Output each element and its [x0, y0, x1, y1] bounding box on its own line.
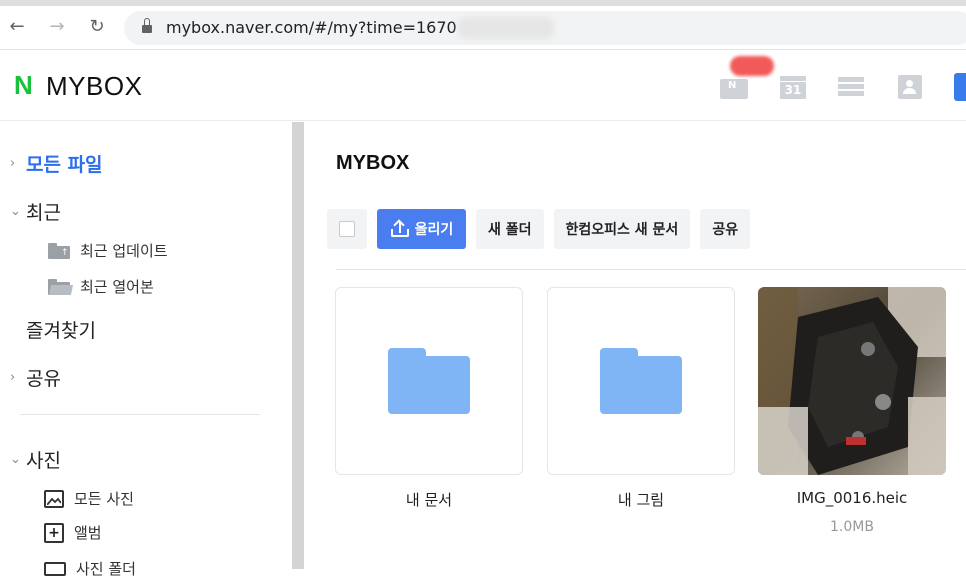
file-item-my-pictures[interactable]: 내 그림 [547, 287, 735, 510]
sidebar-divider [20, 414, 260, 415]
sidebar-item-photos[interactable]: ⌄ 사진 [10, 446, 61, 473]
address-bar[interactable]: mybox.naver.com/#/my?time=1670 [124, 11, 966, 45]
sidebar-item-all-files[interactable]: › 모든 파일 [10, 150, 103, 177]
main-content: MYBOX 올리기 새 폴더 한컴오피스 새 문서 공유 내 문서 내 그림 I… [304, 122, 966, 569]
share-button[interactable]: 공유 [700, 209, 751, 249]
naver-logo-mark[interactable]: N [14, 70, 33, 101]
file-name[interactable]: 내 그림 [547, 489, 735, 510]
sidebar-item-label: 최근 열어본 [80, 278, 154, 296]
contacts-icon[interactable] [898, 73, 926, 101]
file-thumbnail[interactable] [547, 287, 735, 475]
new-folder-button[interactable]: 새 폴더 [476, 209, 544, 249]
hancom-new-document-button[interactable]: 한컴오피스 새 문서 [553, 209, 691, 249]
album-plus-icon: + [44, 522, 64, 543]
sidebar-item-label: 최근 업데이트 [80, 242, 168, 260]
chevron-down-icon: ⌄ [10, 204, 21, 219]
browser-toolbar: ← → ↻ mybox.naver.com/#/my?time=1670 [0, 6, 966, 50]
folder-upload-icon: ↑ [48, 242, 70, 259]
sidebar: › 모든 파일 ⌄ 최근 ↑ 최근 업데이트 최근 열어본 즐겨찾기 › 공유 … [0, 122, 292, 578]
calendar-day: 31 [780, 82, 806, 99]
upload-icon [390, 219, 410, 238]
folder-open-icon [48, 278, 74, 295]
sidebar-item-label: 모든 파일 [26, 154, 103, 176]
sidebar-item-recent-opened[interactable]: 최근 열어본 [48, 276, 154, 297]
content-divider [336, 269, 966, 270]
sidebar-item-label: 모든 사진 [74, 490, 134, 508]
sidebar-item-label: 사진 [26, 450, 61, 472]
page-title: MYBOX [336, 152, 410, 174]
redacted-url-part [458, 17, 554, 39]
file-item-image[interactable]: IMG_0016.heic 1.0MB [758, 287, 946, 535]
app-header: N MYBOX N 31 [0, 51, 966, 121]
sidebar-item-shared[interactable]: › 공유 [10, 364, 61, 391]
app-grid-icon[interactable] [954, 73, 966, 101]
sidebar-item-label: 공유 [26, 368, 61, 390]
folder-icon [600, 348, 682, 414]
sidebar-item-label: 즐겨찾기 [26, 320, 96, 342]
image-thumbnail[interactable] [758, 287, 946, 475]
sidebar-scrollbar[interactable] [292, 122, 304, 569]
folder-icon [388, 348, 470, 414]
photo-thumbnail-image [758, 287, 946, 475]
calendar-icon[interactable]: 31 [780, 73, 808, 101]
upload-button-label: 올리기 [414, 222, 454, 238]
lock-icon [142, 18, 152, 34]
app-logo-text[interactable]: MYBOX [46, 71, 142, 102]
sidebar-item-recent[interactable]: ⌄ 최근 [10, 198, 61, 225]
chevron-down-icon: ⌄ [10, 452, 21, 467]
select-all-checkbox-wrap[interactable] [327, 209, 367, 249]
file-name[interactable]: 내 문서 [335, 489, 523, 510]
list-icon[interactable] [838, 73, 866, 101]
notification-badge [730, 56, 774, 76]
sidebar-item-recent-updates[interactable]: ↑ 최근 업데이트 [48, 240, 168, 261]
sidebar-item-all-photos[interactable]: 모든 사진 [44, 488, 134, 509]
mail-icon[interactable]: N [720, 73, 748, 101]
file-name[interactable]: IMG_0016.heic [758, 489, 946, 507]
chevron-right-icon: › [10, 370, 16, 385]
sidebar-item-label: 앨범 [74, 524, 102, 542]
forward-arrow-icon[interactable]: → [44, 14, 70, 40]
file-item-my-documents[interactable]: 내 문서 [335, 287, 523, 510]
sidebar-item-label: 최근 [26, 202, 61, 224]
mail-icon-mark: N [728, 80, 737, 91]
select-all-checkbox[interactable] [339, 221, 355, 237]
sidebar-item-albums[interactable]: + 앨범 [44, 522, 102, 543]
file-thumbnail[interactable] [335, 287, 523, 475]
file-toolbar: 올리기 새 폴더 한컴오피스 새 문서 공유 [327, 209, 751, 249]
chevron-right-icon: › [10, 156, 16, 171]
url-text: mybox.naver.com/#/my?time=1670 [166, 18, 457, 37]
sidebar-item-favorites[interactable]: 즐겨찾기 [26, 316, 96, 343]
upload-button[interactable]: 올리기 [377, 209, 466, 249]
photo-icon [44, 489, 64, 508]
back-arrow-icon[interactable]: ← [4, 14, 30, 40]
reload-icon[interactable]: ↻ [84, 14, 110, 40]
file-size: 1.0MB [830, 519, 874, 535]
